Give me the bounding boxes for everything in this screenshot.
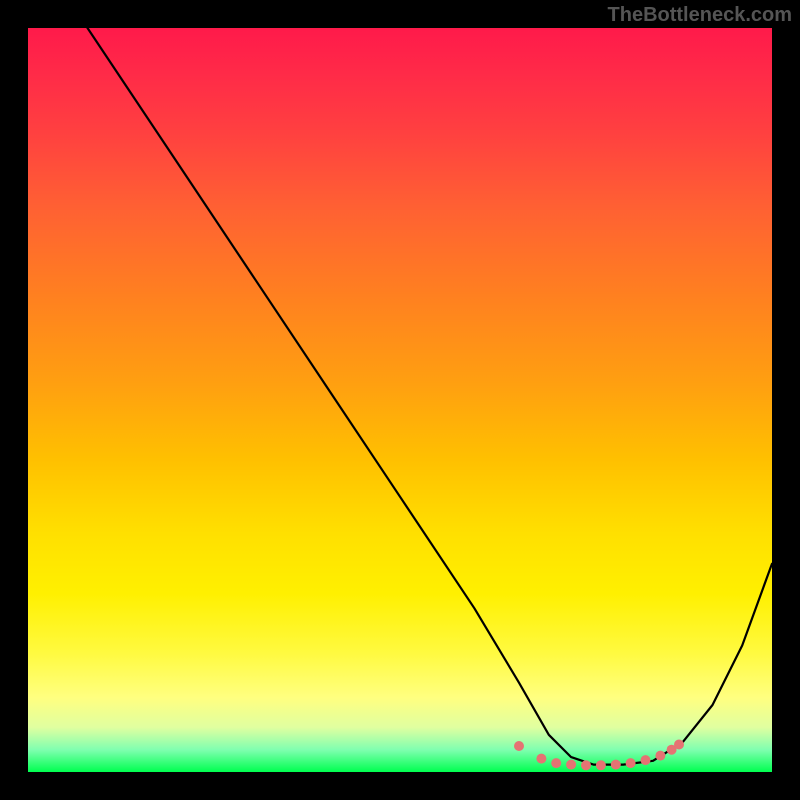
bottom-dot	[611, 760, 621, 770]
bottom-dot	[596, 760, 606, 770]
bottom-dot	[514, 741, 524, 751]
bottom-dot	[641, 755, 651, 765]
bottom-dot	[655, 751, 665, 761]
chart-plot-area	[28, 28, 772, 772]
bottom-dot	[536, 754, 546, 764]
bottom-dot	[551, 758, 561, 768]
bottom-dot	[581, 760, 591, 770]
main-curve	[28, 28, 772, 765]
bottom-dots-group	[514, 740, 684, 771]
watermark-text: TheBottleneck.com	[608, 4, 792, 27]
bottom-dot	[674, 740, 684, 750]
chart-svg	[28, 28, 772, 772]
bottom-dot	[626, 758, 636, 768]
bottom-dot	[566, 760, 576, 770]
